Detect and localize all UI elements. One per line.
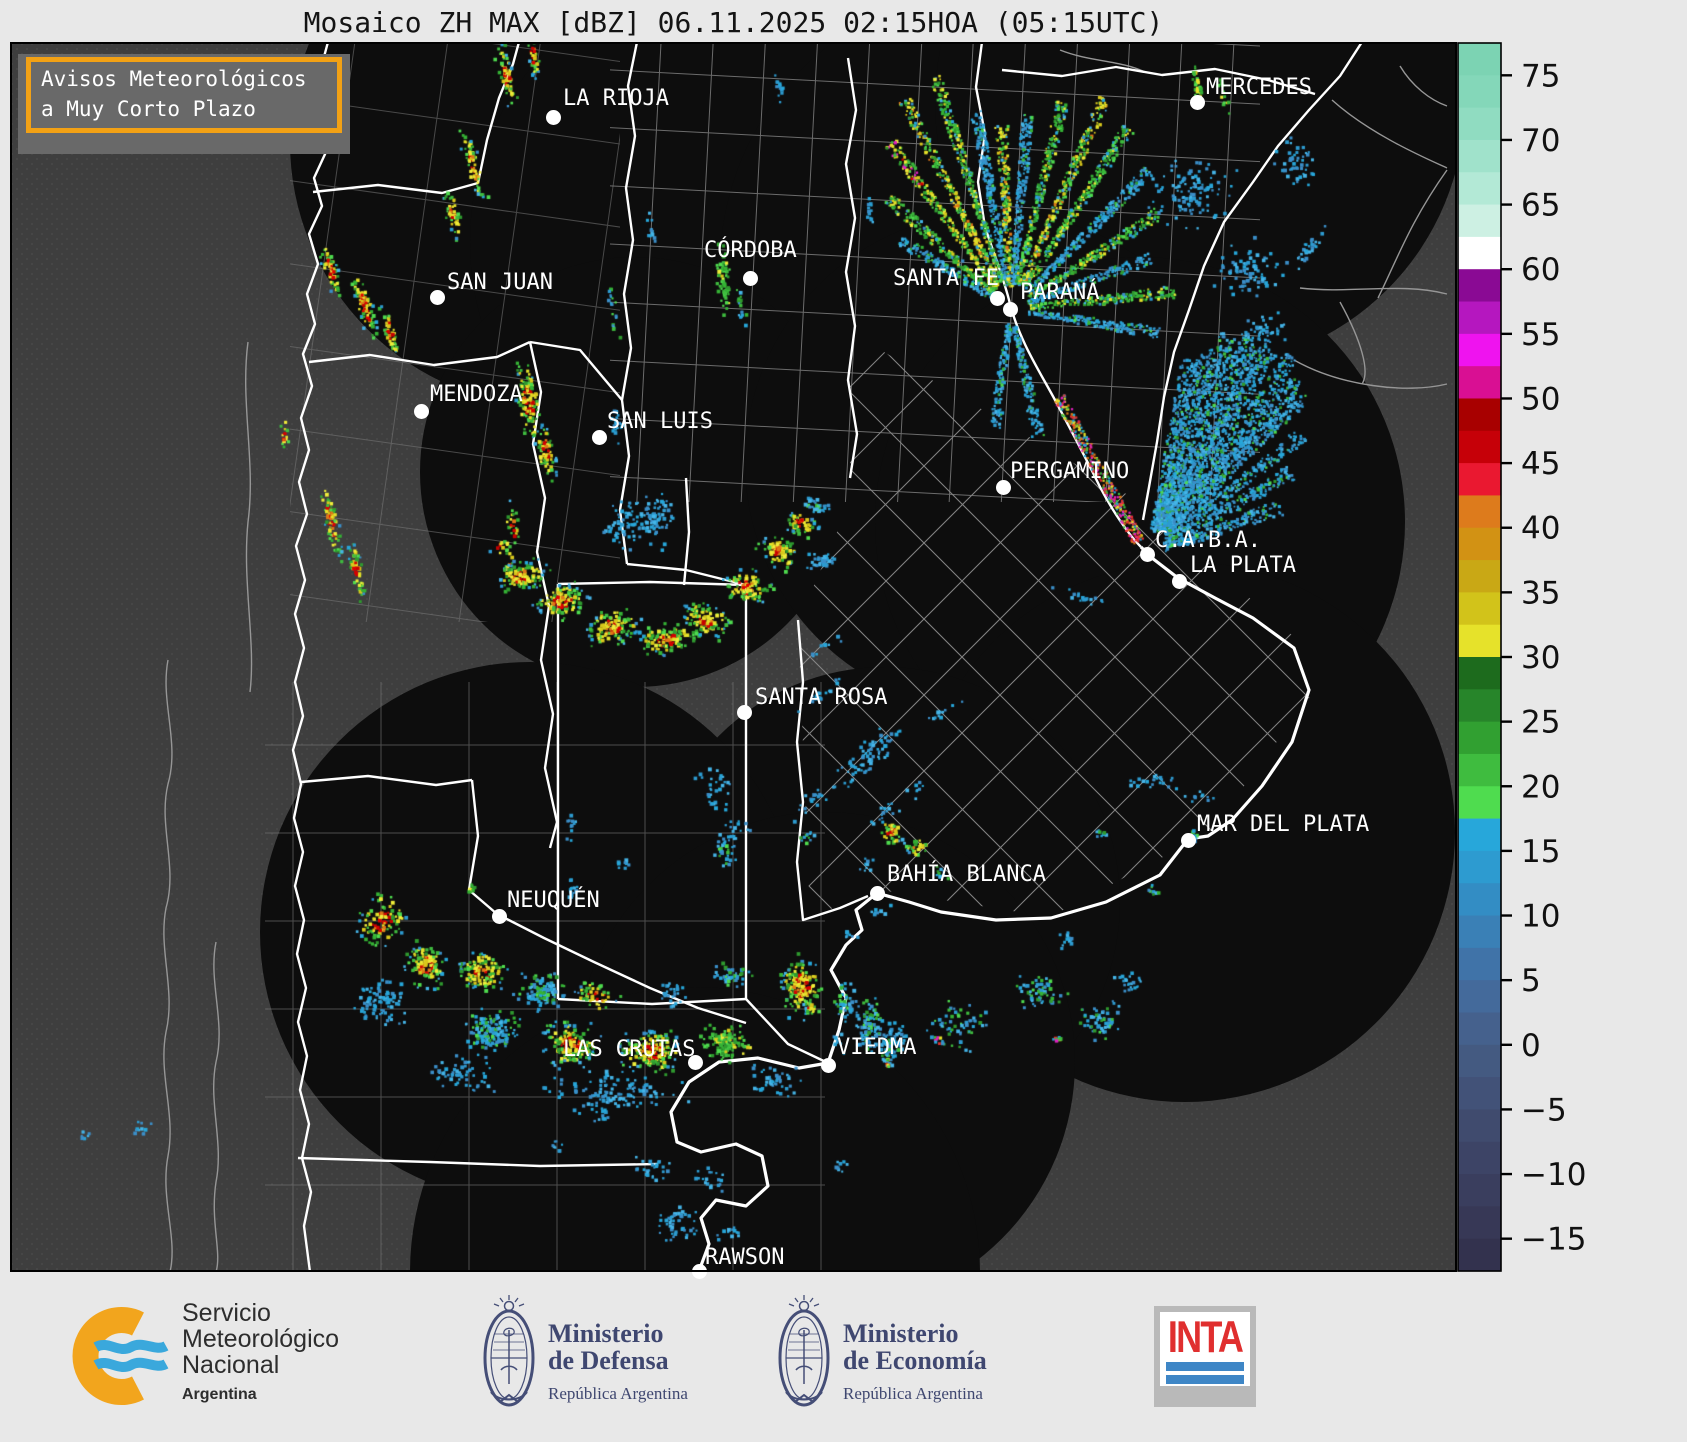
smn-line3: Nacional <box>182 1352 339 1378</box>
alert-box-line1: Avisos Meteorológicos <box>41 64 327 94</box>
svg-text:5: 5 <box>1521 963 1541 999</box>
svg-text:−5: −5 <box>1521 1092 1567 1128</box>
smn-line1: Servicio <box>182 1300 339 1326</box>
svg-text:10: 10 <box>1521 899 1560 935</box>
defensa-coat-of-arms-icon <box>478 1292 542 1418</box>
smn-line2: Meteorológico <box>182 1326 339 1352</box>
svg-text:15: 15 <box>1521 834 1560 870</box>
ministerio-economia-text: Ministerio de Economía República Argenti… <box>843 1320 987 1407</box>
colorbar: 757065605550454035302520151050−5−10−15 <box>1452 0 1687 1438</box>
inta-logo: INTA <box>1154 1306 1256 1407</box>
economia-sub: República Argentina <box>843 1380 987 1407</box>
inta-wordmark: INTA <box>1165 1313 1246 1363</box>
defensa-line2: de Defensa <box>548 1347 688 1374</box>
economia-line1: Ministerio <box>843 1320 987 1347</box>
alert-box-line2: a Muy Corto Plazo <box>41 94 327 124</box>
svg-text:70: 70 <box>1521 123 1560 159</box>
svg-text:55: 55 <box>1521 317 1560 353</box>
svg-text:65: 65 <box>1521 188 1560 224</box>
smn-logo-icon <box>62 1298 180 1416</box>
smn-sub: Argentina <box>182 1382 339 1408</box>
svg-text:20: 20 <box>1521 769 1560 805</box>
economia-line2: de Economía <box>843 1347 987 1374</box>
inta-logo-inner: INTA <box>1160 1312 1250 1386</box>
defensa-sub: República Argentina <box>548 1380 688 1407</box>
colorbar-svg: 757065605550454035302520151050−5−10−15 <box>1452 0 1687 1438</box>
svg-text:25: 25 <box>1521 705 1560 741</box>
svg-text:45: 45 <box>1521 446 1560 482</box>
svg-text:35: 35 <box>1521 575 1560 611</box>
svg-text:0: 0 <box>1521 1028 1541 1064</box>
economia-coat-of-arms-icon <box>773 1292 837 1418</box>
svg-text:50: 50 <box>1521 381 1560 417</box>
ministerio-defensa-text: Ministerio de Defensa República Argentin… <box>548 1320 688 1407</box>
svg-text:30: 30 <box>1521 640 1560 676</box>
radar-map: LA RIOJAMERCEDESSAN JUANCÓRDOBASANTA FEP… <box>10 42 1457 1272</box>
svg-text:−15: −15 <box>1521 1222 1586 1258</box>
svg-text:75: 75 <box>1521 58 1560 94</box>
radar-mosaic-page: Mosaico ZH MAX [dBZ] 06.11.2025 02:15HOA… <box>0 0 1687 1438</box>
footer: Servicio Meteorológico Nacional Argentin… <box>0 1280 1687 1438</box>
radar-echo-layer <box>10 42 1457 1272</box>
page-title: Mosaico ZH MAX [dBZ] 06.11.2025 02:15HOA… <box>10 6 1457 39</box>
alert-box: Avisos Meteorológicos a Muy Corto Plazo <box>26 57 342 133</box>
inta-bar-2 <box>1166 1375 1244 1384</box>
svg-text:−10: −10 <box>1521 1157 1586 1193</box>
smn-wordmark: Servicio Meteorológico Nacional Argentin… <box>182 1300 339 1408</box>
svg-text:60: 60 <box>1521 252 1560 288</box>
svg-text:40: 40 <box>1521 511 1560 547</box>
defensa-line1: Ministerio <box>548 1320 688 1347</box>
